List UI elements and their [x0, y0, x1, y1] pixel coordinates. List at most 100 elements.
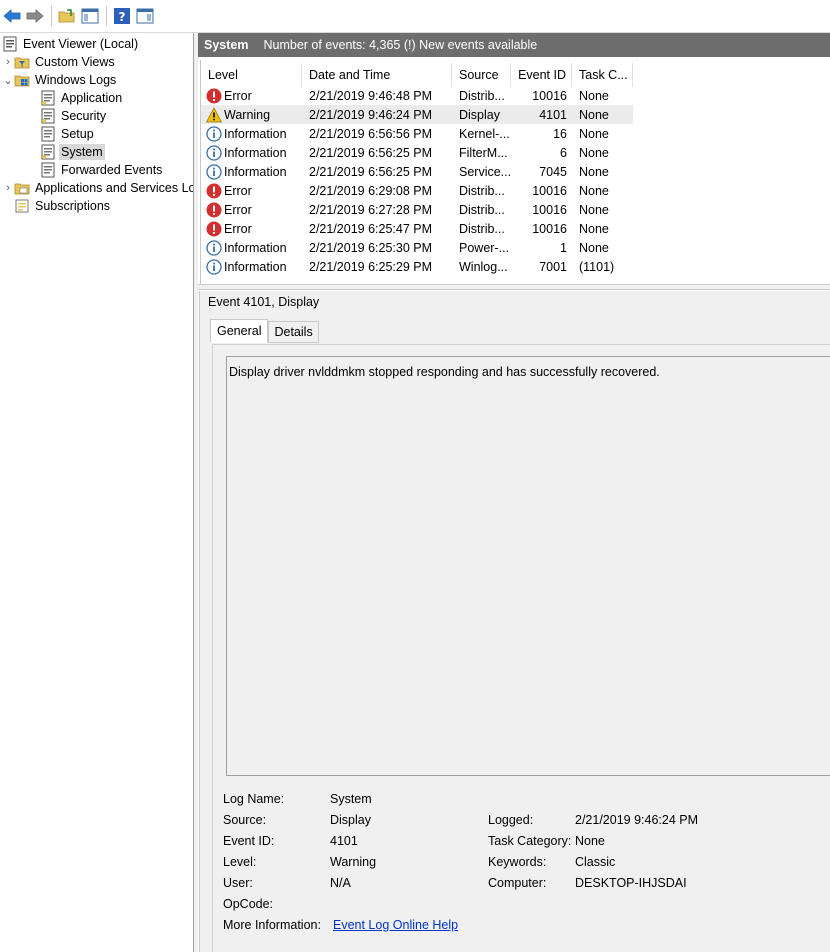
tree-item-application[interactable]: Application	[40, 89, 124, 107]
event-message-box[interactable]: Display driver nvlddmkm stopped respondi…	[226, 356, 830, 776]
value-keywords: Classic	[575, 855, 616, 869]
value-log-name: System	[330, 792, 372, 806]
label-level: Level:	[223, 855, 257, 869]
toolbar-separator	[51, 6, 52, 26]
value-task-category: None	[575, 834, 605, 848]
event-row[interactable]: Information 2/21/2019 6:56:25 PM Service..…	[201, 162, 633, 181]
tree-item-applications-and-services[interactable]: › Applications and Services Lo	[2, 179, 194, 197]
tree-item-label: Security	[61, 109, 107, 123]
event-id: 16	[553, 126, 567, 141]
event-level-cell: Information	[206, 257, 302, 276]
event-id: 10016	[532, 202, 567, 217]
tab-details[interactable]: Details	[268, 321, 319, 343]
event-id: 6	[560, 145, 567, 160]
help-icon[interactable]: ?	[112, 6, 132, 26]
tree-item-custom-views[interactable]: › Custom Views	[2, 53, 117, 71]
column-header-task-category[interactable]: Task C...	[572, 63, 633, 87]
tree-item-event-viewer-local[interactable]: Event Viewer (Local)	[2, 35, 140, 53]
show-hide-tree-icon[interactable]	[80, 6, 100, 26]
horizontal-splitter[interactable]	[198, 284, 830, 290]
event-level: Error	[224, 183, 252, 198]
chevron-right-icon[interactable]: ›	[2, 182, 14, 194]
event-row[interactable]: Information 2/21/2019 6:25:29 PM Winlog...…	[201, 257, 633, 276]
svg-text:?: ?	[119, 10, 126, 24]
label-opcode: OpCode:	[223, 897, 274, 911]
event-level-cell: Error	[206, 86, 302, 105]
event-task-category: (1101)	[579, 259, 615, 274]
log-icon	[40, 162, 56, 178]
event-row[interactable]: Information 2/21/2019 6:56:25 PM FilterM..…	[201, 143, 633, 162]
event-task-category: None	[579, 88, 609, 103]
forward-arrow-icon[interactable]	[25, 6, 45, 26]
event-task-category: None	[579, 164, 609, 179]
event-datetime: 2/21/2019 6:25:29 PM	[309, 259, 433, 274]
info-icon	[206, 125, 222, 142]
event-row[interactable]: Information 2/21/2019 6:25:30 PM Power-...…	[201, 238, 633, 257]
tree-item-security[interactable]: Security	[40, 107, 108, 125]
event-source: Service...	[459, 164, 512, 179]
log-title: System	[204, 38, 249, 52]
label-logged: Logged:	[488, 813, 534, 827]
show-hide-action-pane-icon[interactable]	[135, 6, 155, 26]
event-level-cell: Warning	[206, 105, 302, 124]
event-id: 1	[560, 240, 567, 255]
value-source: Display	[330, 813, 371, 827]
error-icon	[206, 202, 222, 218]
tab-general[interactable]: General	[210, 319, 269, 343]
tree-item-label: Windows Logs	[35, 73, 117, 87]
event-level: Warning	[224, 107, 271, 122]
column-header-level[interactable]: Level	[201, 63, 302, 87]
event-id: 10016	[532, 183, 567, 198]
event-level: Error	[224, 88, 252, 103]
column-header-source[interactable]: Source	[452, 63, 511, 87]
event-row[interactable]: Information 2/21/2019 6:56:56 PM Kernel-..…	[201, 124, 633, 143]
error-icon	[206, 183, 222, 199]
pane-splitter[interactable]	[194, 33, 198, 952]
info-icon	[206, 258, 222, 275]
event-datetime: 2/21/2019 9:46:24 PM	[309, 107, 433, 122]
tree-item-windows-logs[interactable]: ⌄ Windows Logs	[2, 71, 118, 89]
chevron-right-icon[interactable]: ›	[2, 56, 14, 68]
event-task-category: None	[579, 145, 609, 160]
event-level-cell: Error	[206, 181, 302, 200]
event-task-category: None	[579, 107, 609, 122]
tree-item-setup[interactable]: Setup	[40, 125, 96, 143]
tree-item-subscriptions[interactable]: Subscriptions	[2, 197, 112, 215]
event-log-online-help-link[interactable]: Event Log Online Help	[333, 918, 458, 932]
event-source: Display	[459, 107, 500, 122]
label-more-information: More Information:	[223, 918, 321, 932]
toolbar: ?	[0, 0, 830, 33]
windows-folder-icon	[14, 72, 30, 88]
event-level: Information	[224, 259, 287, 274]
tree-item-label: Applications and Services Lo	[35, 181, 194, 195]
column-header-event-id[interactable]: Event ID	[511, 63, 572, 87]
subscriptions-icon	[14, 198, 30, 214]
error-icon	[206, 221, 222, 237]
tree-item-system[interactable]: System	[40, 143, 105, 161]
log-icon	[40, 90, 56, 106]
chevron-down-icon[interactable]: ⌄	[2, 74, 14, 87]
event-row[interactable]: Error 2/21/2019 6:29:08 PM Distrib... 10016…	[201, 181, 633, 200]
value-computer: DESKTOP-IHJSDAI	[575, 876, 687, 890]
column-header-date-time[interactable]: Date and Time	[302, 63, 452, 87]
event-source: Power-...	[459, 240, 510, 255]
event-task-category: None	[579, 126, 609, 141]
event-id: 10016	[532, 221, 567, 236]
event-row[interactable]: Warning 2/21/2019 9:46:24 PM Display 4101 No…	[201, 105, 633, 124]
event-row[interactable]: Error 2/21/2019 9:46:48 PM Distrib... 10016…	[201, 86, 633, 105]
event-datetime: 2/21/2019 6:29:08 PM	[309, 183, 433, 198]
tree-item-label: Application	[61, 91, 123, 105]
general-tab-body: Display driver nvlddmkm stopped respondi…	[212, 344, 830, 952]
tree-item-forwarded-events[interactable]: Forwarded Events	[40, 161, 164, 179]
value-user: N/A	[330, 876, 351, 890]
event-row[interactable]: Error 2/21/2019 6:27:28 PM Distrib... 10016…	[201, 200, 633, 219]
event-count: Number of events: 4,365 (!) New events a…	[263, 38, 538, 52]
back-arrow-icon[interactable]	[2, 6, 22, 26]
event-datetime: 2/21/2019 6:56:25 PM	[309, 164, 433, 179]
event-level: Information	[224, 145, 287, 160]
event-datetime: 2/21/2019 6:25:30 PM	[309, 240, 433, 255]
open-folder-icon[interactable]	[57, 6, 77, 26]
event-id: 7045	[539, 164, 567, 179]
event-row[interactable]: Error 2/21/2019 6:25:47 PM Distrib... 10016…	[201, 219, 633, 238]
warning-icon	[206, 106, 223, 123]
